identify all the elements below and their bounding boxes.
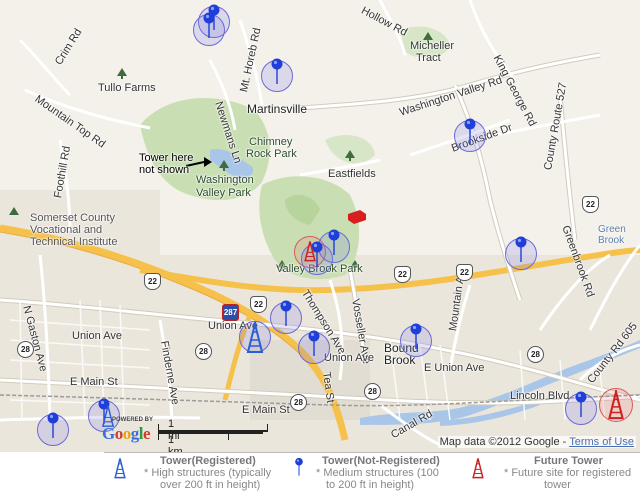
- poi-label: Brook: [598, 235, 625, 246]
- interstate-shield: 287: [222, 304, 239, 321]
- legend-registered-title: Tower(Registered): [160, 455, 256, 467]
- registered-tower-marker[interactable]: [244, 322, 266, 354]
- not-registered-tower-marker[interactable]: [267, 56, 287, 90]
- legend-future: Future Tower * Future site for registere…: [464, 453, 640, 494]
- future-tower-marker[interactable]: [605, 390, 627, 420]
- us-route-shield: 22: [394, 266, 411, 283]
- legend-future-desc-1: * Future site for registered: [504, 467, 632, 479]
- not-registered-tower-marker[interactable]: [460, 116, 480, 150]
- not-registered-tower-marker[interactable]: [511, 234, 531, 268]
- park-label: Rock Park: [246, 148, 297, 160]
- poi-label: Somerset County: [30, 212, 115, 224]
- not-registered-tower-marker[interactable]: [276, 298, 296, 332]
- state-route-shield: 28: [364, 383, 381, 400]
- not-registered-tower-marker[interactable]: [43, 410, 63, 444]
- poi-label: Tract: [416, 52, 441, 64]
- poi-label: Vocational and: [30, 224, 103, 236]
- attribution-text: Map data ©2012 Google -: [439, 436, 570, 448]
- map-attribution: Map data ©2012 Google - Terms of Use: [437, 436, 636, 448]
- powered-by-label: POWERED BY: [112, 417, 154, 423]
- town-label: Martinsville: [247, 102, 308, 116]
- not-registered-tower-marker[interactable]: [324, 227, 344, 261]
- road-label: Union Ave: [72, 330, 122, 342]
- legend-not-registered-desc-2: to 200 ft in height): [326, 479, 415, 491]
- state-route-shield: 28: [527, 346, 544, 363]
- red-tower-icon: [472, 458, 484, 479]
- road-label: Union Ave: [324, 352, 374, 364]
- not-registered-tower-marker[interactable]: [304, 328, 324, 362]
- legend-registered-desc-1: * High structures (typically: [144, 467, 272, 479]
- legend-not-registered: Tower(Not-Registered) * Medium structure…: [284, 453, 464, 494]
- legend-not-registered-desc-1: * Medium structures (100: [316, 467, 439, 479]
- annotation-label: not shown: [139, 164, 190, 176]
- terms-of-use-link[interactable]: Terms of Use: [569, 436, 634, 448]
- legend-not-registered-title: Tower(Not-Registered): [322, 455, 440, 467]
- blue-tower-icon: [114, 458, 126, 479]
- park-label: Valley Park: [196, 187, 251, 199]
- poi-label: Eastfields: [328, 168, 376, 180]
- us-route-shield: 22: [456, 264, 473, 281]
- poi-label: Tullo Farms: [98, 82, 156, 94]
- us-route-shield: 22: [582, 196, 599, 213]
- not-registered-tower-marker[interactable]: [406, 321, 426, 355]
- state-route-shield: 28: [17, 341, 34, 358]
- annotation-label: Tower here: [139, 152, 194, 164]
- road-label: E Union Ave: [424, 362, 485, 374]
- park-label: Chimney: [249, 136, 293, 148]
- us-route-shield: 22: [144, 273, 161, 290]
- us-route-shield: 22: [250, 296, 267, 313]
- road-label: E Main St: [242, 404, 290, 416]
- future-tower-marker[interactable]: [302, 240, 318, 262]
- map-canvas[interactable]: Crim Rd Tullo Farms Mountain Top Rd Foot…: [0, 0, 640, 452]
- legend-future-desc-2: tower: [544, 479, 571, 491]
- park-label: Washington: [196, 174, 254, 186]
- not-registered-tower-marker[interactable]: [199, 10, 219, 44]
- road-label: E Main St: [70, 376, 118, 388]
- poi-label: Micheller: [410, 40, 455, 52]
- not-registered-tower-marker[interactable]: [571, 389, 591, 423]
- state-route-shield: 28: [290, 394, 307, 411]
- google-logo[interactable]: Google: [102, 424, 151, 444]
- legend-registered-desc-2: over 200 ft in height): [160, 479, 261, 491]
- road-label: Lincoln Blvd: [510, 390, 570, 402]
- poi-label: Technical Institute: [30, 236, 118, 248]
- legend-registered: Tower(Registered) * High structures (typ…: [104, 453, 284, 494]
- legend-future-title: Future Tower: [534, 455, 603, 467]
- legend: Tower(Registered) * High structures (typ…: [104, 452, 640, 494]
- state-route-shield: 28: [195, 343, 212, 360]
- scale-km-label: 1 km: [168, 434, 183, 452]
- blue-pin-icon: [295, 457, 303, 476]
